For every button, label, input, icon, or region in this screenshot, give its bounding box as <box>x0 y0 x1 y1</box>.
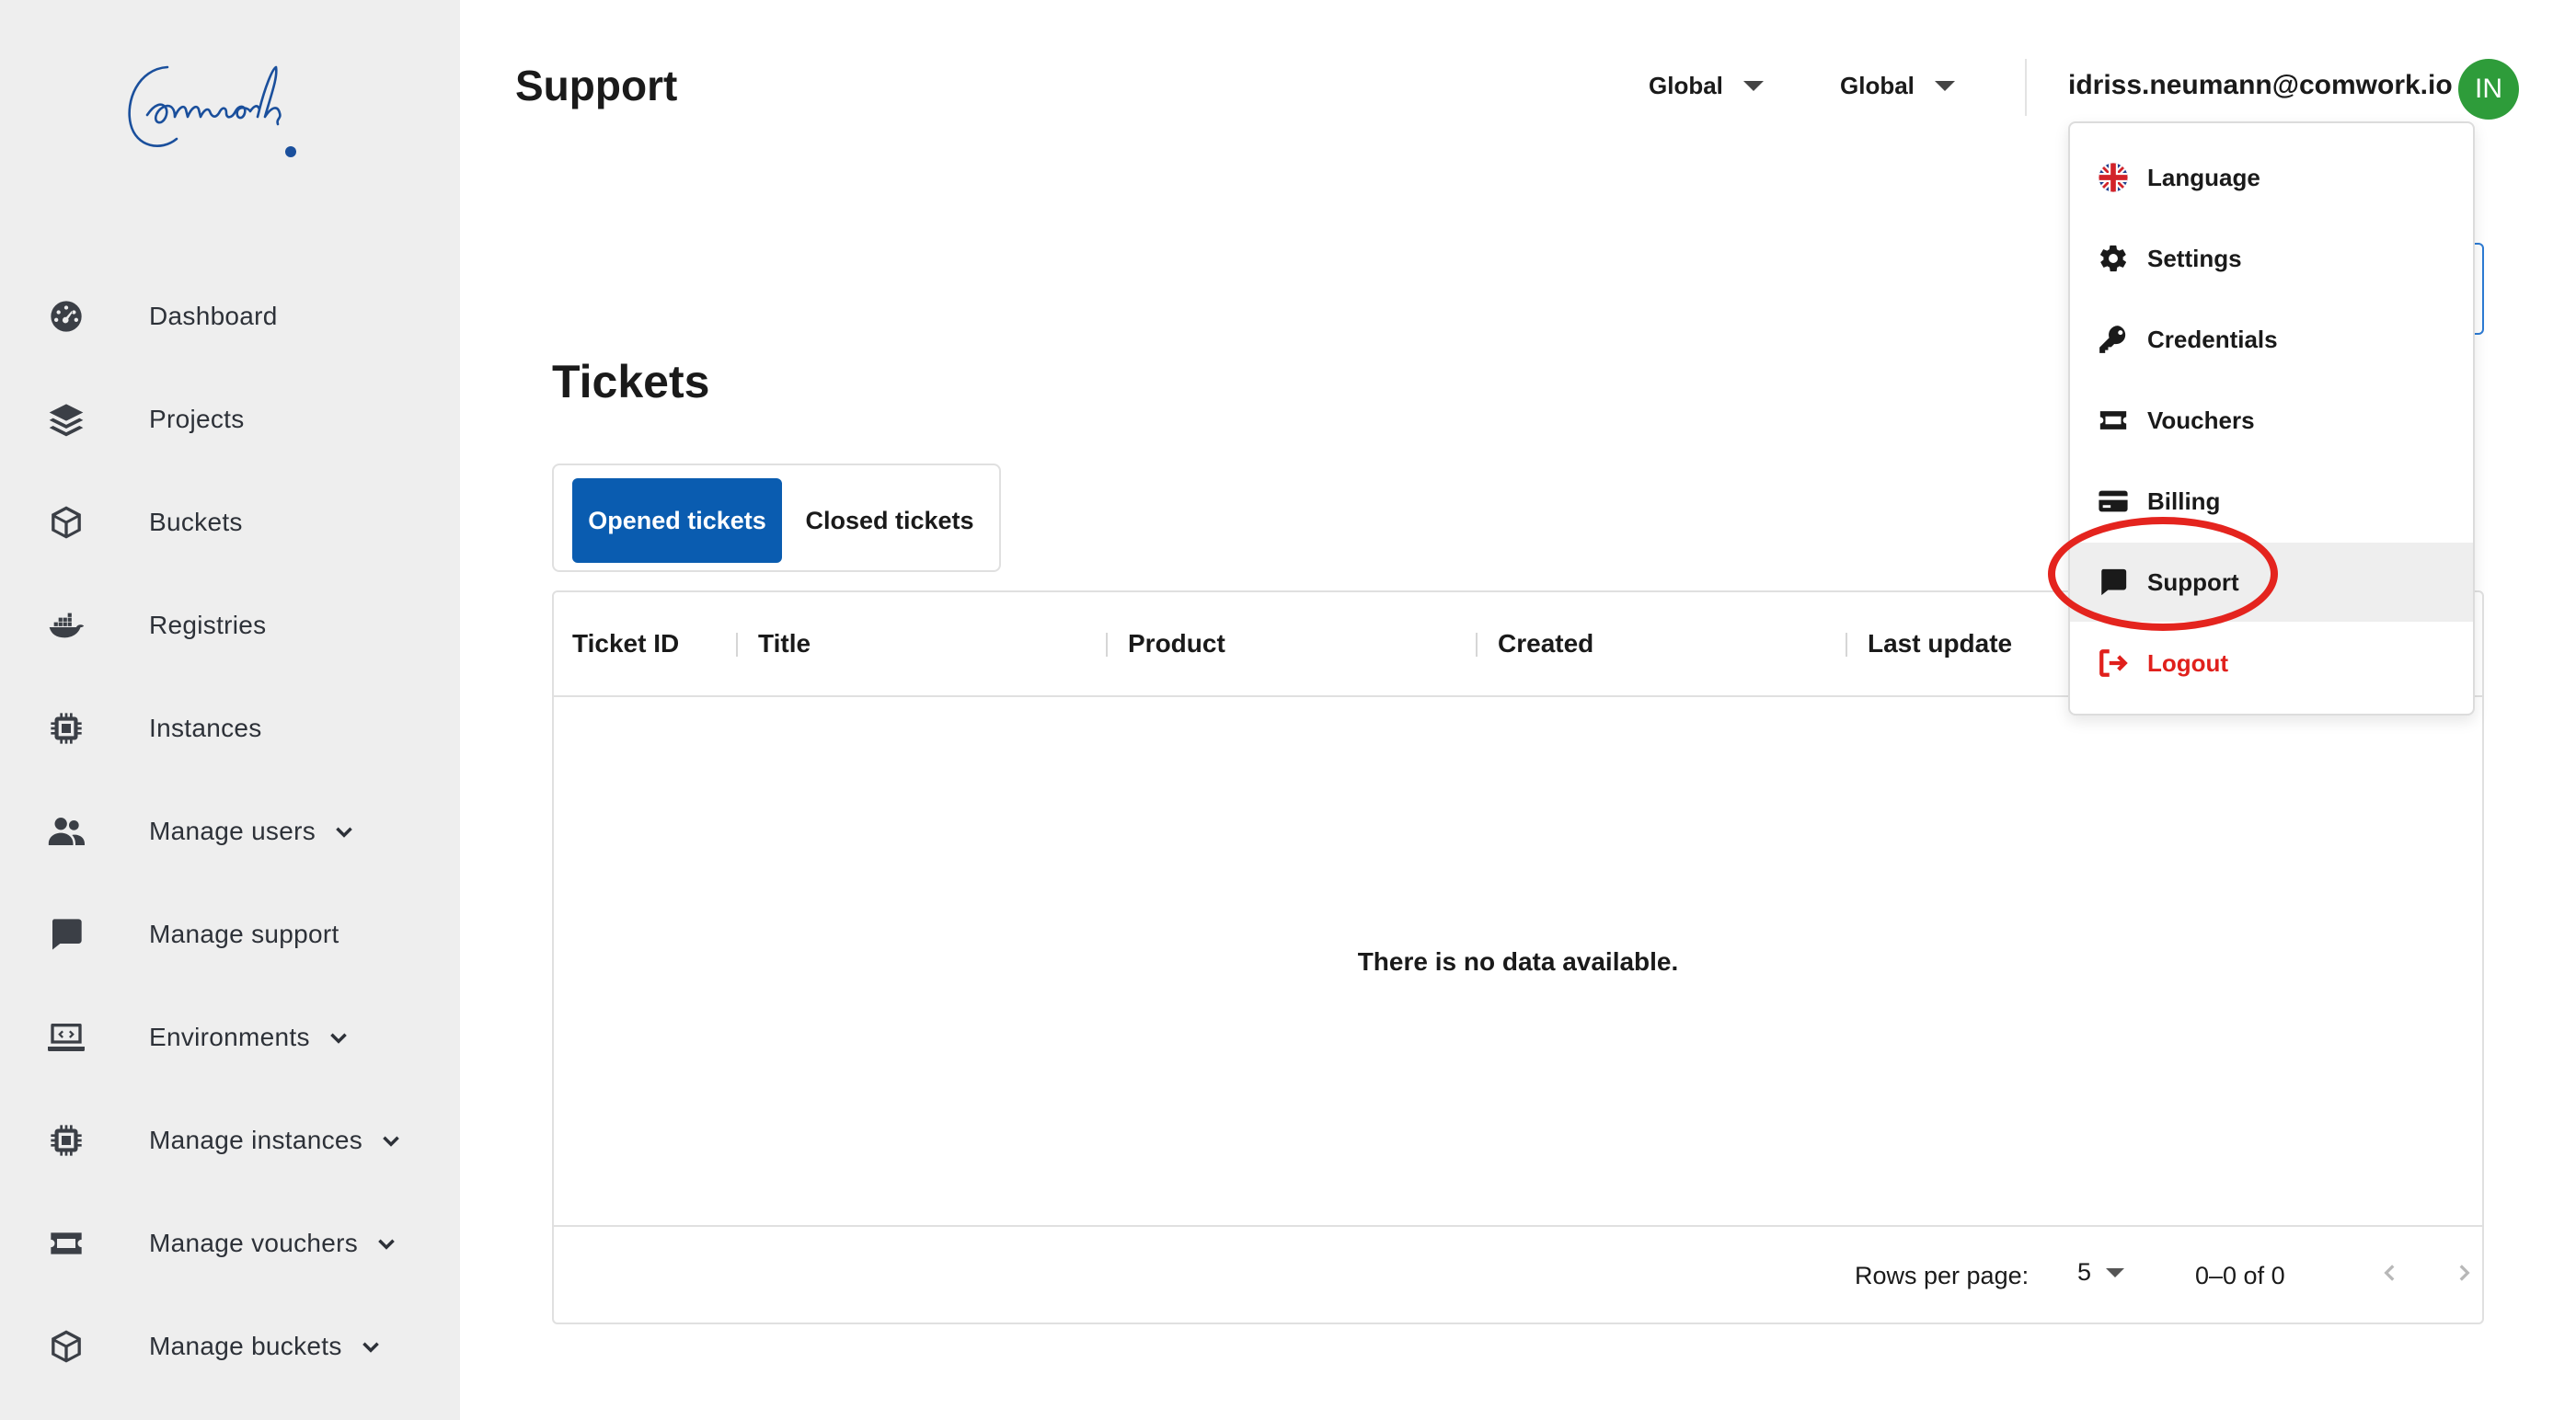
menu-item-label: Vouchers <box>2147 406 2255 434</box>
credit-card-icon <box>2098 486 2129 517</box>
menu-item-credentials[interactable]: Credentials <box>2070 300 2473 379</box>
menu-item-label: Credentials <box>2147 325 2278 353</box>
tickets-title: Tickets <box>552 356 710 407</box>
table-pagination: Rows per page: 5 0–0 of 0 <box>554 1225 2482 1323</box>
rows-per-page-select[interactable]: 5 <box>2077 1258 2125 1287</box>
column-separator <box>1476 633 1478 657</box>
sidebar-item-buckets[interactable]: Buckets <box>0 471 460 574</box>
menu-item-settings[interactable]: Settings <box>2070 219 2473 298</box>
chip-icon <box>48 1122 85 1159</box>
sidebar: Dashboard Projects Buckets Registries In… <box>0 0 460 1420</box>
chat-icon <box>2098 567 2129 598</box>
region-selector-1[interactable]: Global <box>1649 72 1764 100</box>
menu-item-language[interactable]: Language <box>2070 138 2473 217</box>
column-header-created[interactable]: Created <box>1498 629 1593 658</box>
column-separator <box>736 633 738 657</box>
ticket-icon <box>2098 405 2129 436</box>
column-header-last-update[interactable]: Last update <box>1868 629 2012 658</box>
column-header-ticket-id[interactable]: Ticket ID <box>572 629 679 658</box>
avatar[interactable]: IN <box>2458 59 2519 120</box>
sidebar-item-environments[interactable]: Environments <box>0 986 460 1089</box>
sidebar-item-manage-instances[interactable]: Manage instances <box>0 1089 460 1192</box>
dashboard-icon <box>48 298 85 335</box>
menu-item-logout[interactable]: Logout <box>2070 624 2473 703</box>
sidebar-item-manage-vouchers[interactable]: Manage vouchers <box>0 1192 460 1295</box>
docker-icon <box>48 607 85 644</box>
caret-down-icon <box>1742 81 1764 91</box>
region-selector-2[interactable]: Global <box>1840 72 1955 100</box>
caret-down-icon <box>2106 1267 2125 1277</box>
menu-item-label: Logout <box>2147 648 2229 677</box>
chip-icon <box>48 710 85 747</box>
sidebar-item-manage-buckets[interactable]: Manage buckets <box>0 1295 460 1398</box>
region-selector-value: Global <box>1840 72 1915 99</box>
menu-item-label: Language <box>2147 163 2260 191</box>
column-separator <box>1106 633 1108 657</box>
sidebar-item-label: Manage support <box>149 920 339 948</box>
previous-page-button[interactable] <box>2372 1254 2409 1291</box>
column-separator <box>1846 633 1847 657</box>
chevron-down-icon <box>374 1231 398 1255</box>
sidebar-item-label: Manage users <box>149 817 356 846</box>
rows-per-page-label: Rows per page: <box>1855 1262 2030 1289</box>
chevron-down-icon <box>379 1128 403 1152</box>
empty-state-message: There is no data available. <box>1357 947 1679 976</box>
sidebar-item-label: Instances <box>149 714 262 742</box>
menu-item-vouchers[interactable]: Vouchers <box>2070 381 2473 460</box>
sidebar-item-registries[interactable]: Registries <box>0 574 460 677</box>
uk-flag-icon <box>2098 162 2129 193</box>
page-title: Support <box>515 62 678 109</box>
layers-icon <box>48 401 85 438</box>
caret-down-icon <box>1934 81 1955 91</box>
pagination-range: 0–0 of 0 <box>2195 1262 2285 1289</box>
next-page-button[interactable] <box>2445 1254 2482 1291</box>
cube-icon <box>48 504 85 541</box>
sidebar-item-label: Manage buckets <box>149 1332 383 1361</box>
menu-item-billing[interactable]: Billing <box>2070 462 2473 541</box>
header-divider <box>2025 59 2027 116</box>
key-icon <box>2098 324 2129 355</box>
gear-icon <box>2098 243 2129 274</box>
sidebar-item-manage-users[interactable]: Manage users <box>0 780 460 883</box>
user-email[interactable]: idriss.neumann@comwork.io <box>2068 70 2453 101</box>
chevron-down-icon <box>359 1334 383 1358</box>
sidebar-nav: Dashboard Projects Buckets Registries In… <box>0 265 460 1398</box>
chevron-right-icon <box>2459 1265 2470 1281</box>
sidebar-item-label: Projects <box>149 405 245 433</box>
sidebar-item-label: Buckets <box>149 508 243 536</box>
cube-icon <box>48 1328 85 1365</box>
ticket-icon <box>48 1225 85 1262</box>
region-selector-value: Global <box>1649 72 1723 99</box>
user-menu: Language Settings Credentials Vouchers B… <box>2068 121 2475 716</box>
comwork-logo[interactable] <box>120 51 331 170</box>
ticket-tabs: Opened tickets Closed tickets <box>552 464 1001 572</box>
sidebar-item-label: Manage vouchers <box>149 1229 398 1258</box>
menu-item-label: Billing <box>2147 487 2221 515</box>
sidebar-item-instances[interactable]: Instances <box>0 677 460 780</box>
chat-icon <box>48 916 85 953</box>
column-header-product[interactable]: Product <box>1128 629 1225 658</box>
sidebar-item-label: Environments <box>149 1023 351 1052</box>
menu-item-label: Support <box>2147 567 2239 596</box>
app-root: Dashboard Projects Buckets Registries In… <box>0 0 2576 1420</box>
sidebar-item-label: Manage instances <box>149 1126 403 1155</box>
rows-per-page-value: 5 <box>2077 1258 2092 1286</box>
sidebar-item-manage-support[interactable]: Manage support <box>0 883 460 986</box>
tab-opened-tickets[interactable]: Opened tickets <box>572 478 782 563</box>
menu-item-label: Settings <box>2147 244 2242 272</box>
logout-icon <box>2098 647 2129 679</box>
tab-closed-tickets[interactable]: Closed tickets <box>793 478 986 563</box>
sidebar-item-projects[interactable]: Projects <box>0 368 460 471</box>
sidebar-item-dashboard[interactable]: Dashboard <box>0 265 460 368</box>
sidebar-item-label: Dashboard <box>149 302 278 330</box>
users-icon <box>48 813 85 850</box>
chevron-left-icon <box>2384 1265 2395 1281</box>
sidebar-item-label: Registries <box>149 611 267 639</box>
chevron-down-icon <box>327 1025 351 1049</box>
column-header-title[interactable]: Title <box>758 629 811 658</box>
laptop-code-icon <box>48 1019 85 1056</box>
menu-item-support[interactable]: Support <box>2070 543 2473 622</box>
chevron-down-icon <box>332 819 356 843</box>
